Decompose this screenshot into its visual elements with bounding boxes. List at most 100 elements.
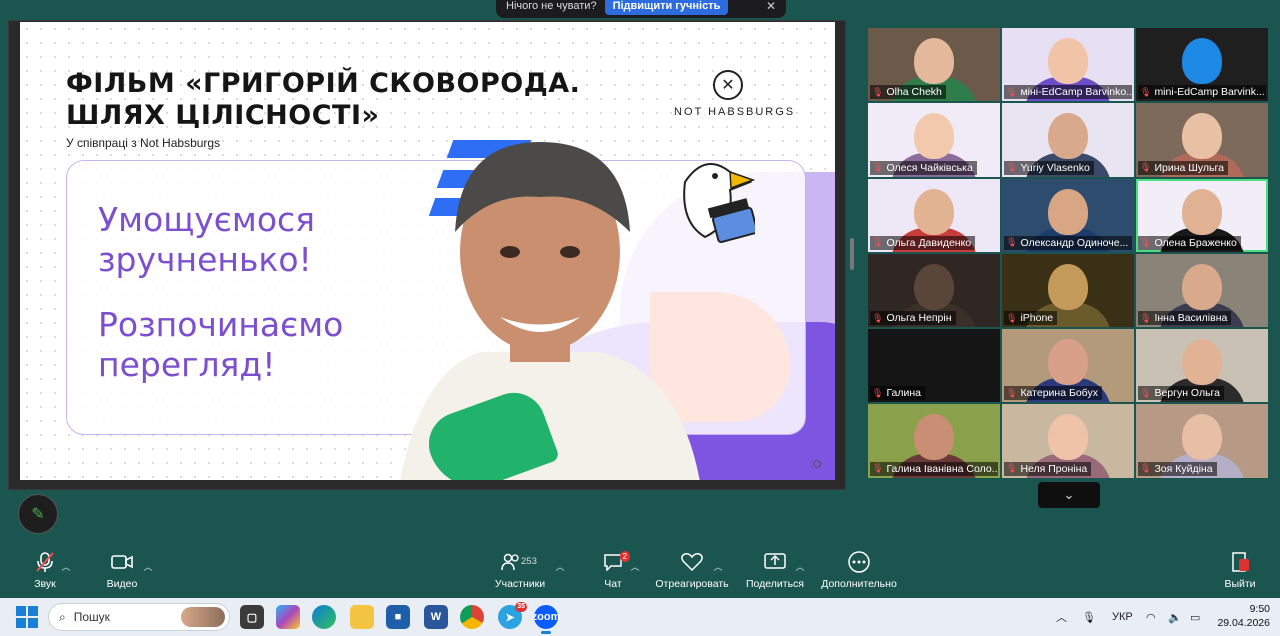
participant-name: Олеся Чайківська <box>886 161 973 174</box>
zoom-tray-icon[interactable]: 🎙 <box>1082 598 1096 636</box>
participants-label: Участники <box>494 578 546 590</box>
participant-tile[interactable]: 🎙︎ Ирина Шульга <box>1136 103 1268 177</box>
more-button[interactable]: Дополнительно <box>821 548 897 590</box>
windows-start-icon[interactable] <box>16 606 38 628</box>
participant-name: Олена Браженко <box>1154 236 1237 249</box>
mic-muted-icon: 🎙︎ <box>1006 312 1018 323</box>
participant-name-label: 🎙︎ Ольга Непрін <box>870 311 956 326</box>
audio-label: Звук <box>34 578 56 590</box>
microsoft-store-icon[interactable]: ■ <box>386 605 410 629</box>
participant-tile[interactable]: 🎙︎ Ольга Давиденко <box>868 178 1000 252</box>
leave-label: Выйти <box>1224 578 1256 590</box>
wifi-icon[interactable]: ◠ <box>1146 598 1156 636</box>
increase-volume-button[interactable]: Підвищити гучність <box>604 0 729 15</box>
participant-tile[interactable]: 🎙︎ Олена Браженко <box>1136 178 1268 252</box>
participant-name-label: 🎙︎ mini-EdCamp Barvink... <box>1138 85 1266 100</box>
language-indicator[interactable]: УКР <box>1112 598 1133 636</box>
participant-tile[interactable]: 🎙︎ Галина Іванівна Соло... <box>868 404 1000 478</box>
participants-button[interactable]: 253 Участники <box>495 548 545 590</box>
battery-icon[interactable]: ▭ <box>1190 598 1200 636</box>
tray-overflow-chevron[interactable]: ︿ <box>1056 598 1067 636</box>
search-icon: ⌕ <box>59 609 66 624</box>
search-placeholder: Пошук <box>73 610 110 624</box>
copilot-icon[interactable] <box>276 605 300 629</box>
chat-badge: 2 <box>619 551 630 562</box>
presentation-slide: ФІЛЬМ «ГРИГОРІЙ СКОВОРОДА. ШЛЯХ ЦІЛІСНОС… <box>20 22 835 480</box>
participant-name: Галина <box>886 387 922 400</box>
participant-tile[interactable]: 🎙︎ Ольга Непрін <box>868 253 1000 328</box>
participant-tile[interactable]: 🎙︎ iPhone <box>1002 253 1134 328</box>
taskbar-search-box[interactable]: ⌕ Пошук <box>48 603 230 631</box>
participants-count: 253 <box>521 556 537 567</box>
pen-icon: ✎ <box>31 506 45 523</box>
participant-face <box>1048 263 1088 310</box>
participant-tile[interactable]: 🎙︎ Неля Проніна <box>1002 404 1134 478</box>
participant-name: Катерина Бобух <box>1020 387 1098 400</box>
participant-face <box>1048 414 1088 461</box>
task-view-icon[interactable]: ▢ <box>240 605 264 629</box>
audio-notification-bar: Нічого не чувати? Підвищити гучність ✕ <box>496 0 786 18</box>
participant-name: Зоя Куйдіна <box>1154 462 1213 475</box>
taskbar-clock[interactable]: 9:50 29.04.2026 <box>1217 602 1270 630</box>
slide-subtitle: У співпраці з Not Habsburgs <box>66 136 221 150</box>
leave-button[interactable]: Выйти <box>1224 548 1256 590</box>
participant-name-label: 🎙︎ Ольга Давиденко <box>870 235 976 250</box>
video-label: Видео <box>106 578 138 590</box>
chrome-icon[interactable] <box>460 605 484 629</box>
slide-text-settle: Умощуємося зручненько! <box>98 200 315 279</box>
react-label: Отреагировать <box>655 578 729 590</box>
participant-tile[interactable]: 🎙︎ міні-EdCamp Barvinko... <box>1002 28 1134 102</box>
logo-text: NOT HABSBURGS <box>674 106 796 118</box>
word-icon[interactable]: W <box>424 605 448 629</box>
share-label: Поделиться <box>746 578 804 590</box>
mic-muted-icon: 🎙︎ <box>1006 86 1018 97</box>
participant-tile[interactable]: 🎙︎ Yuriy Vlasenko <box>1002 103 1134 177</box>
participants-icon: 253 <box>495 548 545 576</box>
chevron-up-icon: ︿ <box>555 562 565 572</box>
notification-text: Нічого не чувати? <box>506 0 597 12</box>
resize-handle[interactable] <box>850 238 854 270</box>
close-icon[interactable]: ✕ <box>766 0 776 13</box>
zoom-muted-mic-icon: 🎙 <box>1082 611 1096 624</box>
participant-tile[interactable]: 🎙︎ Інна Василівна <box>1136 253 1268 328</box>
mic-muted-icon: 🎙︎ <box>1140 86 1152 97</box>
participant-name-label: 🎙︎ Yuriy Vlasenko <box>1004 160 1094 175</box>
meeting-toolbar: Звук ︿ Видео ︿ 253 Участники ︿ 2 Чат ︿ О… <box>0 548 1280 596</box>
participant-tile[interactable]: 🎙︎ mini-EdCamp Barvink... <box>1136 28 1268 102</box>
participant-tile[interactable]: 🎙︎ Olha Chekh <box>868 28 1000 102</box>
zoom-app-icon[interactable]: zoom <box>532 605 560 634</box>
participant-name-label: 🎙︎ Галина <box>870 386 926 401</box>
more-dots-icon <box>848 548 870 576</box>
edge-browser-icon[interactable] <box>312 605 336 629</box>
participant-name: Ольга Непрін <box>886 312 952 325</box>
participant-name: Olha Chekh <box>886 86 942 99</box>
mic-muted-icon: 🎙︎ <box>872 162 884 173</box>
participant-name-label: 🎙︎ Олександр Одиноче... <box>1004 235 1132 250</box>
telegram-icon[interactable]: ➤ 35 <box>498 602 527 629</box>
participant-tile[interactable]: 🎙︎ Олеся Чайківська <box>868 103 1000 177</box>
audio-button[interactable]: Звук <box>30 548 60 590</box>
participant-face <box>1182 113 1222 160</box>
participant-name-label: 🎙︎ Олена Браженко <box>1138 235 1241 250</box>
gallery-next-page-button[interactable]: ⌄ <box>1038 482 1100 508</box>
volume-icon[interactable]: 🔈 <box>1168 598 1182 636</box>
chat-button[interactable]: 2 Чат <box>602 548 630 590</box>
participant-face <box>1048 339 1088 386</box>
participant-face <box>1182 38 1222 84</box>
participant-tile[interactable]: 🎙︎ Олександр Одиноче... <box>1002 178 1134 252</box>
shared-screen: ФІЛЬМ «ГРИГОРІЙ СКОВОРОДА. ШЛЯХ ЦІЛІСНОС… <box>8 20 846 490</box>
annotate-pen-button[interactable]: ✎ <box>18 494 58 534</box>
chevron-up-icon: ︿ <box>630 562 640 572</box>
participant-name-label: 🎙︎ iPhone <box>1004 311 1058 326</box>
participant-face <box>914 113 954 160</box>
participant-face <box>1182 414 1222 461</box>
video-button[interactable]: Видео <box>106 548 138 590</box>
heart-icon <box>681 548 703 576</box>
participant-tile[interactable]: 🎙︎ Галина <box>868 329 1000 403</box>
participant-tile[interactable]: 🎙︎ Зоя Куйдіна <box>1136 404 1268 478</box>
participant-name-label: 🎙︎ Інна Василівна <box>1138 311 1232 326</box>
file-explorer-icon[interactable] <box>350 605 374 629</box>
participant-tile[interactable]: 🎙︎ Вергун Ольга <box>1136 329 1268 403</box>
participant-tile[interactable]: 🎙︎ Катерина Бобух <box>1002 329 1134 403</box>
slide-text-start: Розпочинаємо перегляд! <box>98 305 344 384</box>
